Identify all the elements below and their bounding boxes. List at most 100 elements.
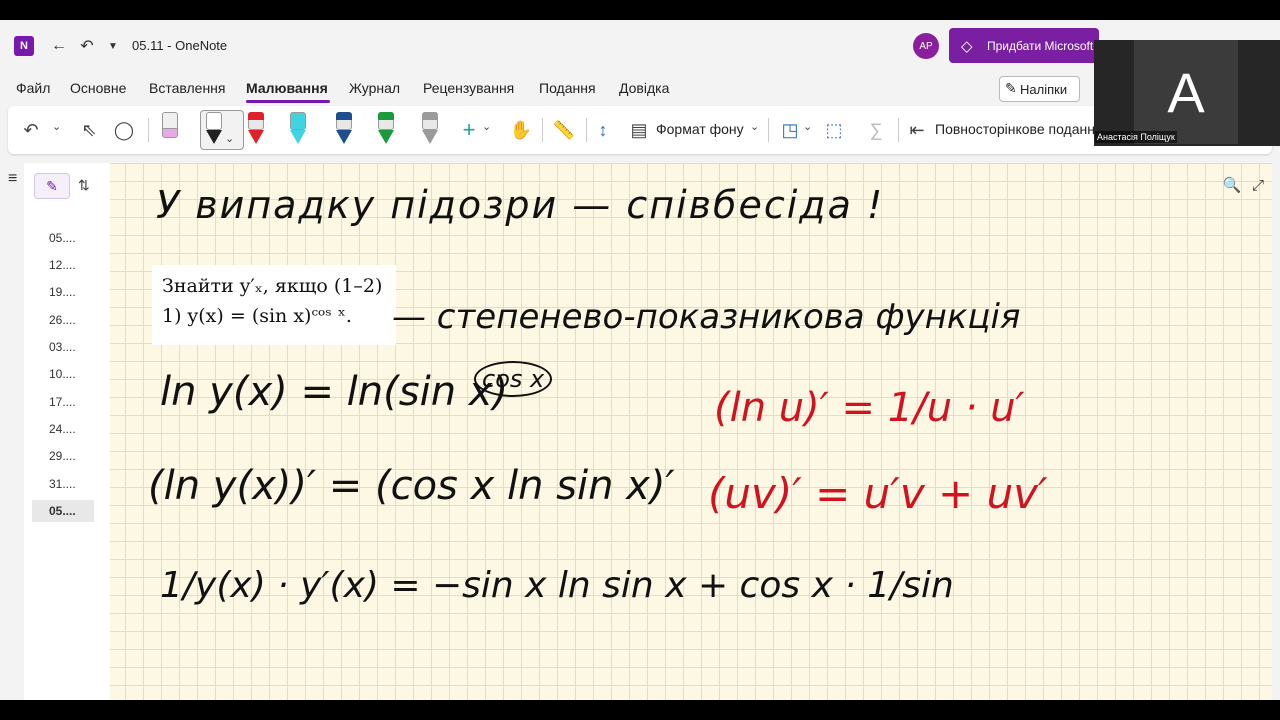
pen-options-icon[interactable]: ⌄ (225, 132, 234, 145)
pen-color-band (422, 112, 438, 120)
pen-tip (206, 130, 222, 144)
eraser-tip (162, 128, 178, 138)
onenote-window: N ← ↶ ▼ 05.11 - OneNote AP ◇ Придбати Mi… (0, 20, 1280, 700)
shapes-dropdown-icon[interactable]: ⌄ (803, 120, 812, 133)
ribbon-tabs: Файл Основне Вставлення Малювання Журнал… (0, 76, 1280, 103)
tab-history[interactable]: Журнал (349, 80, 400, 96)
pen-tip (422, 130, 438, 144)
tab-file[interactable]: Файл (16, 80, 50, 96)
line2-ink: (ln y(x))′ = (cos x ln sin x)′ (148, 463, 675, 509)
page-list-item[interactable]: 19.... (32, 281, 94, 303)
pen-gray[interactable] (420, 110, 440, 146)
hand-pan-icon[interactable]: ✋ (510, 114, 532, 146)
sort-pages-icon[interactable]: ⇅ (78, 177, 90, 194)
pen-red[interactable] (246, 110, 266, 146)
full-page-view-icon[interactable]: ⇤ (906, 114, 928, 146)
page-list-sidebar: ✎ ⇅ 05.... 12.... 19.... 26.... 03.... 1… (24, 163, 110, 700)
page-list-item[interactable]: 03.... (32, 336, 94, 358)
full-page-view-label[interactable]: Повносторінкове подання (935, 121, 1103, 137)
page-list-item[interactable]: 12.... (32, 254, 94, 276)
background-format-label[interactable]: Формат фону (656, 121, 744, 137)
page-list-item[interactable]: 26.... (32, 309, 94, 331)
pen-blue[interactable] (334, 110, 354, 146)
buy-microsoft-label: Придбати Microsoft (987, 38, 1094, 53)
line1-exponent-ink: cos x (474, 361, 553, 397)
draw-toolbar: ↶ ⌄ ⇖ ◯ ⌄ + ⌄ ✋ 📏 ↕ ▤ Формат фону ⌄ ◳ ⌄ … (8, 106, 1272, 154)
pen-tip (378, 130, 394, 144)
tab-view[interactable]: Подання (539, 80, 596, 96)
page-list-item[interactable]: 17.... (32, 391, 94, 413)
pen-tip (290, 130, 306, 144)
page-list-item[interactable]: 05.... (32, 227, 94, 249)
back-icon[interactable]: ← (48, 35, 70, 57)
pen-color-band (378, 112, 394, 120)
toolbar-separator (898, 118, 899, 142)
tab-home[interactable]: Основне (70, 80, 126, 96)
shapes-icon[interactable]: ◳ (778, 114, 802, 146)
active-tab-indicator (246, 100, 330, 103)
navigation-menu-icon[interactable]: ≡ (8, 170, 17, 188)
undo-icon[interactable]: ↶ (76, 35, 98, 57)
buy-microsoft-button[interactable]: ◇ Придбати Microsoft (949, 28, 1099, 63)
tab-review[interactable]: Рецензування (423, 80, 514, 96)
page-list-item[interactable]: 31.... (32, 473, 94, 495)
pen-color-band (248, 112, 264, 120)
tab-insert[interactable]: Вставлення (149, 80, 226, 96)
insert-space-icon[interactable]: ↕ (592, 114, 614, 146)
annotation-ink: — степенево-показникова функція (392, 297, 1021, 337)
onenote-logo-icon: N (14, 36, 34, 56)
page-list-item[interactable]: 29.... (32, 445, 94, 467)
tab-draw[interactable]: Малювання (246, 80, 328, 96)
lasso-select-icon[interactable]: ◯ (112, 114, 136, 146)
title-bar: N ← ↶ ▼ 05.11 - OneNote AP ◇ Придбати Mi… (0, 20, 1280, 72)
undo-icon[interactable]: ↶ (20, 114, 42, 146)
video-call-tile[interactable]: A Анастасія Поліщук (1094, 40, 1280, 146)
participant-name: Анастасія Поліщук (1095, 131, 1177, 143)
ruler-icon[interactable]: 📏 (552, 114, 576, 146)
toolbar-separator (586, 118, 587, 142)
red-formula-2: (uv)′ = u′v + uv′ (708, 469, 1048, 518)
problem-line-2: 1) y(x) = (sin x)ᶜᵒˢ ˣ. (162, 305, 352, 327)
note-canvas[interactable]: 🔍 ⤢ У випадку підозри — співбесіда ! Зна… (110, 163, 1272, 700)
problem-text-box: Знайти y′ₓ, якщо (1–2) 1) y(x) = (sin x)… (152, 265, 396, 345)
diamond-icon: ◇ (961, 38, 973, 55)
page-list-item[interactable]: 24.... (32, 418, 94, 440)
expand-icon[interactable]: ⤢ (1248, 175, 1268, 195)
eraser-tool[interactable] (160, 110, 180, 146)
pen-body (206, 112, 222, 130)
background-format-dropdown-icon[interactable]: ⌄ (750, 120, 759, 133)
add-pen-icon[interactable]: + (458, 114, 480, 146)
problem-line-1: Знайти y′ₓ, якщо (1–2) (162, 275, 383, 297)
highlighter-cyan[interactable] (288, 110, 308, 146)
toolbar-separator (542, 118, 543, 142)
sticker-icon: ✎ (1005, 80, 1017, 96)
heading-ink: У випадку підозри — співбесіда ! (156, 183, 885, 227)
toolbar-separator (148, 118, 149, 142)
document-title: 05.11 - OneNote (132, 38, 228, 53)
add-page-icon[interactable]: ✎ (34, 173, 70, 199)
pen-black[interactable] (204, 110, 224, 146)
stickers-button[interactable]: ✎ Наліпки (999, 76, 1080, 102)
ink-to-shape-icon[interactable]: ⬚ (822, 114, 846, 146)
line3-ink: 1/y(x) · y′(x) = −sin x ln sin x + cos x… (160, 565, 954, 606)
add-pen-dropdown-icon[interactable]: ⌄ (482, 120, 491, 133)
page-format-icon[interactable]: ▤ (628, 114, 650, 146)
quick-access-dropdown-icon[interactable]: ▼ (102, 35, 124, 57)
page-list-item[interactable]: 10.... (32, 363, 94, 385)
line1-ink: ln y(x) = ln(sin x) (160, 369, 509, 415)
select-cursor-icon[interactable]: ⇖ (78, 114, 100, 146)
pen-tip (248, 130, 264, 144)
pen-body (290, 112, 306, 130)
toolbar-separator (768, 118, 769, 142)
stickers-label: Наліпки (1020, 81, 1068, 97)
ink-to-math-icon: ∑ (869, 119, 883, 140)
red-formula-1: (ln u)′ = 1/u · u′ (714, 385, 1025, 431)
search-icon[interactable]: 🔍 (1222, 175, 1242, 195)
page-list-item-active[interactable]: 05.... (32, 500, 94, 522)
avatar[interactable]: AP (913, 33, 939, 59)
pen-green[interactable] (376, 110, 396, 146)
participant-avatar: A (1134, 40, 1238, 144)
tab-help[interactable]: Довідка (619, 80, 669, 96)
pen-color-band (336, 112, 352, 120)
undo-dropdown-icon[interactable]: ⌄ (52, 120, 61, 133)
